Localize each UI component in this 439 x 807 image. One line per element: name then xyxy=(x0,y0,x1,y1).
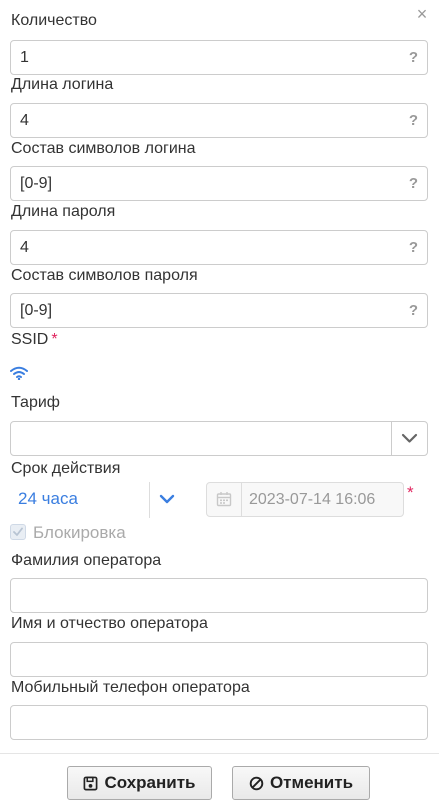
password-length-label: Длина пароля xyxy=(11,203,116,220)
duration-select[interactable]: 24 часа xyxy=(18,488,78,510)
operator-phone-label: Мобильный телефон оператора xyxy=(11,679,250,696)
login-charset-value: [0-9] xyxy=(20,175,53,192)
help-icon[interactable]: ? xyxy=(409,175,418,193)
tariff-label: Тариф xyxy=(11,394,60,411)
blocking-label: Блокировка xyxy=(33,523,126,542)
login-length-input[interactable]: 4 ? xyxy=(10,103,428,138)
cancel-button-label: Отменить xyxy=(269,773,354,792)
login-charset-input[interactable]: [0-9] ? xyxy=(10,166,428,201)
password-charset-label: Состав символов пароля xyxy=(11,267,198,284)
login-charset-label: Состав символов логина xyxy=(11,140,196,157)
password-length-input[interactable]: 4 ? xyxy=(10,230,428,265)
required-mark: * xyxy=(407,483,414,502)
save-button[interactable]: Сохранить xyxy=(67,766,212,800)
login-length-value: 4 xyxy=(20,112,29,129)
check-icon xyxy=(13,527,23,536)
chevron-down-icon[interactable] xyxy=(392,422,427,455)
help-icon[interactable]: ? xyxy=(409,239,418,257)
quantity-input[interactable]: 1 ? xyxy=(10,40,428,75)
save-button-label: Сохранить xyxy=(104,773,196,792)
operator-name-label: Имя и отчество оператора xyxy=(11,615,208,632)
calendar-icon xyxy=(216,492,232,507)
help-icon[interactable]: ? xyxy=(409,112,418,130)
help-icon[interactable]: ? xyxy=(409,302,418,320)
password-charset-value: [0-9] xyxy=(20,302,53,319)
chevron-down-icon[interactable] xyxy=(158,490,176,508)
operator-surname-label: Фамилия оператора xyxy=(11,552,162,569)
datetime-value: 2023-07-14 16:06 xyxy=(249,491,376,508)
login-length-label: Длина логина xyxy=(11,76,114,93)
required-mark: * xyxy=(51,331,58,348)
operator-surname-input[interactable] xyxy=(10,578,428,613)
ssid-label-text: SSID xyxy=(11,331,49,348)
close-icon[interactable]: × xyxy=(413,4,431,24)
quantity-label: Количество xyxy=(11,12,97,29)
tariff-select[interactable] xyxy=(10,421,428,456)
ban-icon xyxy=(249,776,264,790)
datetime-input[interactable]: 2023-07-14 16:06 xyxy=(206,482,404,517)
wifi-icon[interactable] xyxy=(10,366,28,380)
help-icon[interactable]: ? xyxy=(409,49,418,67)
duration-divider xyxy=(149,482,150,518)
save-icon xyxy=(84,776,98,790)
calendar-button[interactable] xyxy=(207,483,242,516)
operator-phone-input[interactable] xyxy=(10,705,428,740)
cancel-button[interactable]: Отменить xyxy=(232,766,370,800)
validity-label: Срок действия xyxy=(11,460,121,477)
password-charset-input[interactable]: [0-9] ? xyxy=(10,293,428,328)
quantity-value: 1 xyxy=(20,49,29,66)
footer-divider xyxy=(0,753,439,754)
blocking-checkbox[interactable] xyxy=(10,524,26,540)
ssid-label: SSID * xyxy=(11,330,58,350)
password-length-value: 4 xyxy=(20,239,29,256)
operator-name-input[interactable] xyxy=(10,642,428,677)
